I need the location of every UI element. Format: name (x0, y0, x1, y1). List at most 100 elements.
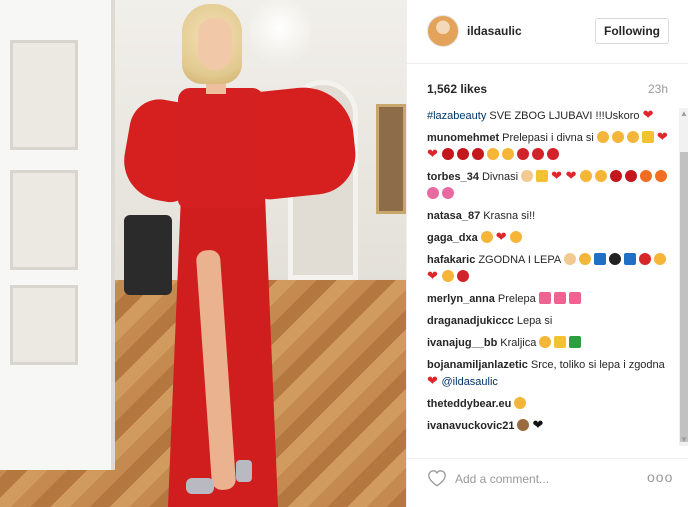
crown-emoji-icon (554, 336, 567, 348)
heart-emoji-icon: ❤ (427, 373, 442, 388)
comment-item: hafakaric ZGODNA I LEPA ❤ (427, 252, 673, 286)
comment-author[interactable]: merlyn_anna (427, 293, 495, 305)
comment-author[interactable]: ivanajug__bb (427, 337, 497, 349)
comments-list: #lazabeauty SVE ZBOG LJUBAVI !!!Uskoro ❤… (427, 108, 673, 446)
face-emoji-icon (653, 253, 666, 265)
face-emoji-icon (480, 231, 493, 243)
comment-author[interactable]: natasa_87 (427, 210, 480, 222)
heart-emoji-icon: ❤ (427, 146, 442, 161)
comment-item: ivanajug__bb Kraljica (427, 335, 673, 352)
hands-emoji-icon (626, 131, 639, 143)
door-pane (10, 40, 78, 150)
comment-author[interactable]: bojanamiljanlazetic (427, 359, 528, 371)
photo-shoe (186, 478, 214, 494)
dollar-emoji-icon (569, 336, 582, 348)
heart-icon[interactable] (427, 469, 447, 487)
scroll-thumb[interactable] (680, 152, 688, 442)
comment-input[interactable] (455, 469, 635, 489)
comment-author[interactable]: munomehmet (427, 132, 499, 144)
comment-item: gaga_dxa ❤ (427, 230, 673, 247)
bomb-emoji-icon (608, 253, 621, 265)
tulip-emoji-icon (442, 187, 454, 199)
comment-item: torbes_34 Divnasi ❤ ❤ (427, 169, 673, 203)
heart-emoji-icon: ❤ (642, 108, 654, 122)
thumb-emoji-icon (563, 253, 576, 265)
comment-item: merlyn_anna Prelepa (427, 291, 673, 308)
heart-emoji-icon: ❤ (551, 168, 566, 183)
hands-emoji-icon (578, 253, 591, 265)
rose-emoji-icon (546, 148, 559, 160)
photo-dress-bodice (178, 88, 264, 208)
mention-link[interactable]: @ildasaulic (442, 376, 498, 388)
lips-emoji-icon (456, 148, 469, 160)
post-header: ildasaulic Following (407, 0, 688, 64)
comment-text: Prelepa (497, 293, 536, 305)
box-emoji-icon (623, 253, 636, 265)
comment-item: natasa_87 Krasna si!! (427, 208, 673, 225)
photo-chandelier (250, 0, 310, 70)
face-emoji-icon (595, 170, 608, 182)
comment-author[interactable]: ivanavuckovic21 (427, 420, 514, 432)
comment-item: theteddybear.eu (427, 396, 673, 413)
face-emoji-icon (510, 231, 523, 243)
comment-author[interactable]: torbes_34 (427, 171, 479, 183)
fire-emoji-icon (655, 170, 668, 182)
following-button[interactable]: Following (595, 18, 669, 44)
heart-emoji-icon: ❤ (427, 268, 442, 283)
face-emoji-icon (501, 148, 514, 160)
photo-mirror (376, 104, 406, 214)
rose-emoji-icon (531, 148, 544, 160)
face-emoji-icon (486, 148, 499, 160)
comment-author[interactable]: draganadjukiccc (427, 315, 514, 327)
more-options-icon[interactable]: ooo (647, 467, 673, 487)
lips-emoji-icon (610, 170, 623, 182)
comment-author[interactable]: gaga_dxa (427, 232, 478, 244)
rose-emoji-icon (456, 270, 469, 282)
lips-emoji-icon (441, 148, 454, 160)
rose-emoji-icon (516, 148, 529, 160)
username-link[interactable]: ildasaulic (467, 24, 522, 38)
lips-emoji-icon (471, 148, 484, 160)
photo-shoe (236, 460, 252, 482)
comment-item: #lazabeauty SVE ZBOG LJUBAVI !!!Uskoro ❤ (427, 108, 673, 125)
scroll-down-icon[interactable]: ▼ (679, 434, 688, 446)
heart-box-emoji-icon (538, 292, 551, 304)
comment-text: Krasna si!! (483, 210, 536, 222)
scroll-up-icon[interactable]: ▲ (679, 108, 688, 120)
comment-item: bojanamiljanlazetic Srce, toliko si lepa … (427, 357, 673, 391)
heart-emoji-icon: ❤ (565, 168, 581, 183)
door-pane (10, 285, 78, 365)
face-emoji-icon (539, 336, 552, 348)
post-time[interactable]: 23h (648, 82, 668, 96)
crown-emoji-icon (641, 131, 654, 143)
hands-emoji-icon (596, 131, 609, 143)
comment-bar: ooo (407, 458, 688, 507)
comment-item: munomehmet Prelepasi i divna si ❤ ❤ (427, 130, 673, 164)
box-emoji-icon (593, 253, 606, 265)
hashtag-link[interactable]: #lazabeauty (427, 110, 486, 122)
heart-box-emoji-icon (553, 292, 566, 304)
comment-author[interactable]: theteddybear.eu (427, 398, 511, 410)
comment-item: ivanavuckovic21 ❤ (427, 418, 673, 435)
scrollbar[interactable]: ▲ ▼ (679, 108, 688, 446)
heart-box-emoji-icon (568, 292, 581, 304)
tulip-emoji-icon (427, 187, 439, 199)
comment-text: ZGODNA I LEPA (478, 254, 561, 266)
comment-text: Srce, toliko si lepa i zgodna (530, 359, 665, 371)
fire-emoji-icon (640, 170, 653, 182)
post-photo[interactable] (0, 0, 406, 507)
comment-text: Divnasi (481, 171, 519, 183)
heart-emoji-icon: ❤ (495, 229, 511, 244)
comment-author[interactable]: hafakaric (427, 254, 475, 266)
face-emoji-icon (441, 270, 454, 282)
photo-door (0, 0, 115, 470)
photo-chair (124, 215, 172, 295)
comment-item: draganadjukiccc Lepa si (427, 313, 673, 330)
avatar[interactable] (427, 15, 459, 47)
door-pane (10, 170, 78, 270)
likes-count[interactable]: 1,562 likes (427, 82, 487, 96)
post-sidebar: ildasaulic Following 1,562 likes 23h #la… (406, 0, 688, 507)
comment-text: SVE ZBOG LJUBAVI !!!Uskoro (486, 110, 640, 122)
comment-text: Lepa si (516, 315, 553, 327)
photo-face (198, 18, 232, 70)
